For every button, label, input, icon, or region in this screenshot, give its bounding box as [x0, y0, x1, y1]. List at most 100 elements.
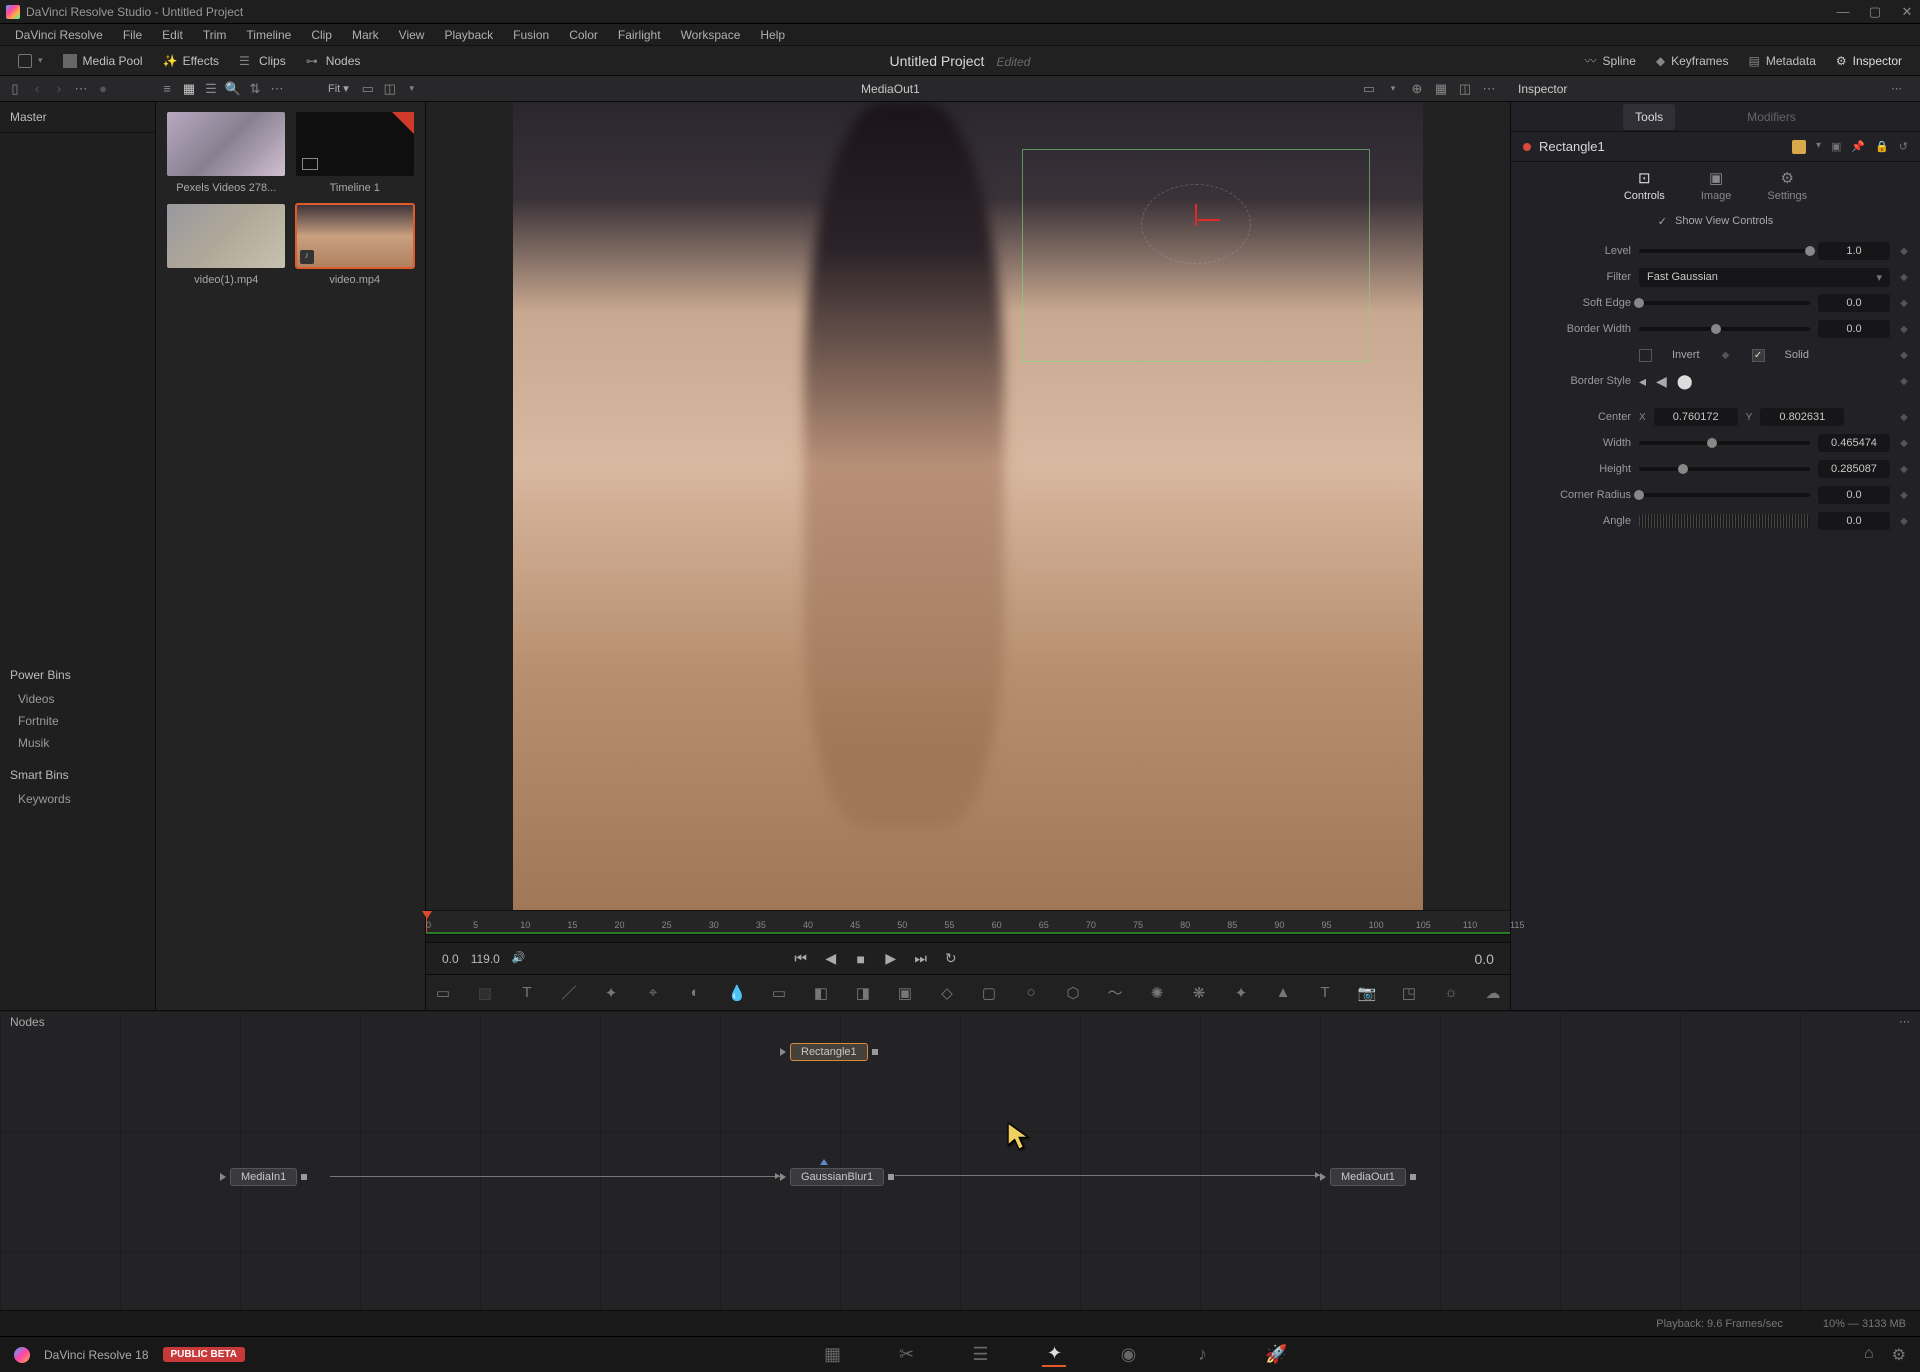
show-view-controls-check[interactable]: ✓ — [1658, 215, 1667, 228]
spline-button[interactable]: 〰Spline — [1575, 48, 1646, 73]
pin-icon[interactable]: 📌 — [1851, 140, 1865, 154]
keyframes-button[interactable]: ◆Keyframes — [1646, 48, 1739, 73]
corner-radius-value[interactable]: 0.0 — [1818, 486, 1890, 504]
reset-icon[interactable]: ↺ — [1899, 140, 1908, 154]
subtab-controls[interactable]: ⊡Controls — [1624, 169, 1665, 202]
tool-blur-icon[interactable]: 💧 — [726, 982, 748, 1004]
level-slider[interactable] — [1639, 249, 1810, 253]
page-edit-icon[interactable]: ☰ — [968, 1343, 992, 1367]
keyframe-diamond-icon[interactable]: ◆ — [1898, 376, 1910, 387]
tool-polygon-icon[interactable]: ⬡ — [1062, 982, 1084, 1004]
home-icon[interactable]: ⌂ — [1864, 1345, 1874, 1365]
metadata-button[interactable]: ▤Metadata — [1738, 48, 1825, 73]
step-back-icon[interactable]: ◀ — [821, 949, 841, 969]
menu-view[interactable]: View — [390, 26, 434, 44]
filter-select[interactable]: Fast Gaussian▾ — [1639, 268, 1890, 287]
page-fusion-icon[interactable]: ✦ — [1042, 1343, 1066, 1367]
menu-file[interactable]: File — [114, 26, 151, 44]
dots-icon[interactable]: ⋯ — [72, 80, 90, 98]
angle-value[interactable]: 0.0 — [1818, 512, 1890, 530]
keyframe-diamond-icon[interactable]: ◆ — [1898, 350, 1910, 361]
width-value[interactable]: 0.465474 — [1818, 434, 1890, 452]
keyframe-diamond-icon[interactable]: ◆ — [1898, 490, 1910, 501]
folder-musik[interactable]: Musik — [18, 732, 155, 754]
mask-rectangle-overlay[interactable] — [1023, 150, 1369, 360]
master-bin[interactable]: Master — [0, 102, 155, 133]
menu-playback[interactable]: Playback — [435, 26, 502, 44]
tool-fastnoise-icon[interactable]: ▨ — [474, 982, 496, 1004]
minimize-icon[interactable]: — — [1836, 5, 1850, 19]
page-color-icon[interactable]: ◉ — [1116, 1343, 1140, 1367]
keyframe-diamond-icon[interactable]: ◆ — [1898, 412, 1910, 423]
menu-trim[interactable]: Trim — [194, 26, 236, 44]
angle-dial[interactable] — [1639, 514, 1810, 528]
tool-light-icon[interactable]: ☼ — [1440, 982, 1462, 1004]
audio-icon[interactable]: 🔊 — [512, 951, 528, 967]
viewer-dual-icon[interactable]: ◫ — [1456, 80, 1474, 98]
keyframe-box-icon[interactable] — [1792, 140, 1806, 154]
border-width-slider[interactable] — [1639, 327, 1810, 331]
tool-paint-icon[interactable]: ／ — [558, 982, 580, 1004]
keyframe-diamond-icon[interactable]: ◆ — [1898, 272, 1910, 283]
node-mediaout[interactable]: MediaOut1 — [1320, 1168, 1416, 1186]
power-bins-header[interactable]: Power Bins — [0, 662, 155, 688]
menu-fusion[interactable]: Fusion — [504, 26, 558, 44]
inspector-button[interactable]: ⚙Inspector — [1826, 48, 1912, 73]
menu-davinci-resolve[interactable]: DaVinci Resolve — [6, 26, 112, 44]
menu-timeline[interactable]: Timeline — [237, 26, 300, 44]
nav-next-icon[interactable]: › — [50, 80, 68, 98]
tab-modifiers[interactable]: Modifiers — [1735, 104, 1808, 130]
maximize-icon[interactable]: ▢ — [1868, 5, 1882, 19]
tool-tracker-icon[interactable]: ✦ — [600, 982, 622, 1004]
keyframe-diamond-icon[interactable]: ◆ — [1898, 464, 1910, 475]
tool-ellipse-icon[interactable]: ○ — [1020, 982, 1042, 1004]
tool-tracker2-icon[interactable]: ⌖ — [642, 982, 664, 1004]
menu-fairlight[interactable]: Fairlight — [609, 26, 670, 44]
page-cut-icon[interactable]: ✂ — [894, 1343, 918, 1367]
media-clip[interactable]: video(1).mp4 — [166, 204, 287, 286]
chevron-down-icon[interactable]: ▾ — [1384, 80, 1402, 98]
menu-clip[interactable]: Clip — [302, 26, 341, 44]
soft-edge-slider[interactable] — [1639, 301, 1810, 305]
nodes-more-icon[interactable]: ⋯ — [1899, 1015, 1910, 1028]
versions-icon[interactable]: ▣ — [1831, 140, 1841, 154]
tool-text-icon[interactable]: T — [516, 982, 538, 1004]
keyframe-diamond-icon[interactable]: ◆ — [1720, 350, 1732, 361]
viewer-opt1-icon[interactable]: ▭ — [1360, 80, 1378, 98]
expand-ui-button[interactable]: ▾ — [8, 50, 53, 72]
tool-channelbool-icon[interactable]: ◨ — [852, 982, 874, 1004]
strip-icon[interactable]: ☰ — [202, 80, 220, 98]
chevron-down-icon[interactable]: ▾ — [1816, 140, 1821, 154]
media-clip[interactable]: Pexels Videos 278... — [166, 112, 287, 194]
viewer-opt2-icon[interactable]: ⊕ — [1408, 80, 1426, 98]
tool-camera3d-icon[interactable]: 📷 — [1356, 982, 1378, 1004]
media-pool-button[interactable]: Media Pool — [53, 50, 153, 72]
close-icon[interactable]: ✕ — [1900, 5, 1914, 19]
clips-button[interactable]: ☰Clips — [229, 50, 296, 72]
tool-background-icon[interactable]: ▭ — [432, 982, 454, 1004]
keyframe-diamond-icon[interactable]: ◆ — [1898, 324, 1910, 335]
play-icon[interactable]: ▶ — [881, 949, 901, 969]
keyframe-diamond-icon[interactable]: ◆ — [1898, 516, 1910, 527]
tool-bspline-icon[interactable]: 〜 — [1104, 982, 1126, 1004]
node-rectangle[interactable]: Rectangle1 — [780, 1043, 878, 1061]
tool-shape3d-icon[interactable]: ▲ — [1272, 982, 1294, 1004]
viewer-more-icon[interactable]: ⋯ — [1480, 80, 1498, 98]
height-slider[interactable] — [1639, 467, 1810, 471]
node-gaussianblur[interactable]: GaussianBlur1 — [780, 1168, 894, 1186]
scrub-bar[interactable] — [426, 934, 1510, 942]
menu-edit[interactable]: Edit — [153, 26, 192, 44]
node-name[interactable]: Rectangle1 — [1539, 139, 1605, 154]
view-split-icon[interactable]: ◫ — [381, 80, 399, 98]
nodes-panel[interactable]: Nodes ⋯ MediaIn1 Rectangle1 GaussianBlur… — [0, 1010, 1920, 1310]
keyframe-diamond-icon[interactable]: ◆ — [1898, 438, 1910, 449]
tool-merge-icon[interactable]: ▭ — [768, 982, 790, 1004]
subtab-settings[interactable]: ⚙Settings — [1767, 169, 1807, 202]
tab-tools[interactable]: Tools — [1623, 104, 1675, 130]
tool-transform-icon[interactable]: ◇ — [936, 982, 958, 1004]
tool-pemitter-icon[interactable]: ✦ — [1230, 982, 1252, 1004]
nodes-button[interactable]: ⊶Nodes — [296, 50, 371, 72]
invert-check[interactable] — [1639, 349, 1652, 362]
tool-resize-icon[interactable]: ▣ — [894, 982, 916, 1004]
thumb-icon[interactable]: ▦ — [180, 80, 198, 98]
